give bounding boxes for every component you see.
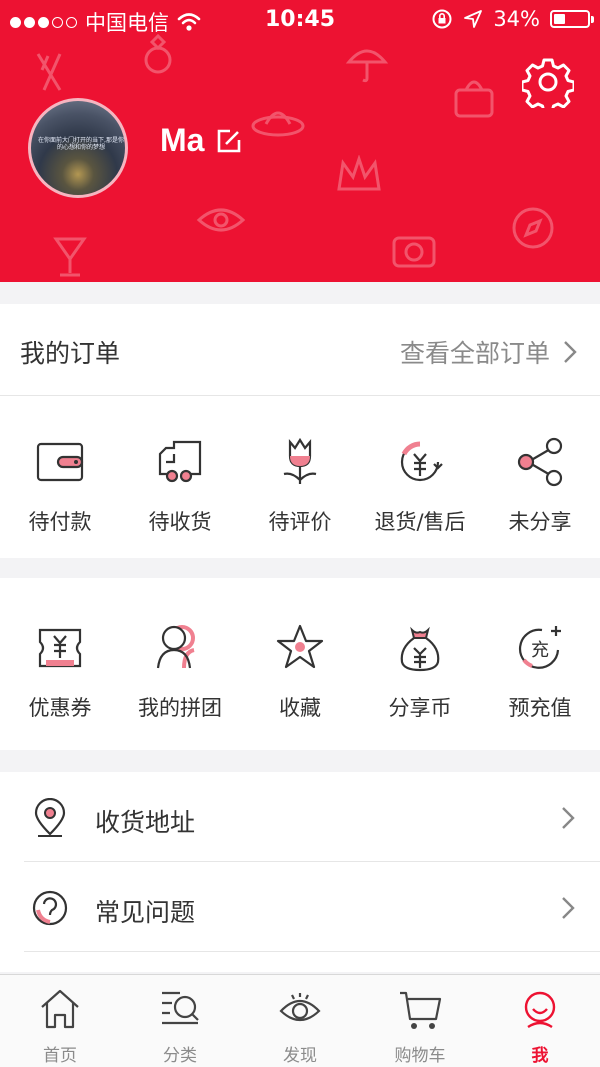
svg-text:充: 充: [531, 640, 549, 661]
order-pending-review[interactable]: 待评价: [240, 434, 360, 536]
divider: [24, 951, 600, 952]
camera-icon: [392, 236, 436, 268]
tab-cart[interactable]: 购物车: [360, 975, 480, 1067]
star-icon: [276, 624, 324, 669]
tool-item-label: 分享币: [388, 696, 452, 720]
umbrella-icon: [345, 49, 389, 83]
tool-share-coins[interactable]: 分享币: [360, 620, 480, 722]
cart-icon: [400, 991, 442, 1029]
tools-card: 优惠券 我的拼团 收藏 分享币 充 预充值: [0, 578, 600, 750]
username: Ma: [160, 122, 205, 158]
tool-coupons[interactable]: 优惠券: [0, 620, 120, 722]
view-all-orders-link[interactable]: 查看全部订单: [400, 334, 550, 370]
crown-icon: [337, 155, 381, 191]
order-pending-receipt[interactable]: 待收货: [120, 434, 240, 536]
tab-label: 首页: [43, 1046, 77, 1066]
help-bubble-icon: [32, 890, 68, 926]
edit-profile-icon[interactable]: [216, 128, 242, 154]
menu-faq[interactable]: 常见问题: [0, 862, 600, 952]
group-buy-icon: [156, 625, 195, 669]
menu-shipping-address[interactable]: 收货地址: [0, 772, 600, 862]
order-item-label: 待付款: [28, 510, 92, 534]
my-orders-header[interactable]: 我的订单 查看全部订单: [0, 304, 600, 396]
tool-item-label: 收藏: [279, 696, 321, 720]
ring-icon: [144, 33, 172, 74]
delivery-truck-icon: [158, 440, 202, 483]
share-icon: [517, 437, 563, 487]
tab-discover[interactable]: 发现: [240, 975, 360, 1067]
coupon-icon: [38, 628, 82, 668]
location-arrow-icon: [464, 10, 483, 28]
menu-item-label: 收货地址: [95, 808, 196, 837]
fork-knife-icon: [36, 53, 62, 91]
order-item-label: 待收货: [148, 510, 212, 534]
tab-me[interactable]: 我: [480, 975, 600, 1067]
hat-icon: [251, 111, 305, 137]
money-bag-icon: [400, 626, 440, 672]
category-search-icon: [162, 991, 199, 1025]
tab-home[interactable]: 首页: [0, 975, 120, 1067]
order-pending-payment[interactable]: 待付款: [0, 434, 120, 536]
chevron-right-icon: [564, 341, 577, 363]
tab-label: 分类: [163, 1046, 197, 1066]
tab-label: 发现: [283, 1046, 317, 1066]
order-item-label: 未分享: [508, 510, 572, 534]
eye-doodle-icon: [196, 208, 246, 232]
wine-glass-icon: [53, 237, 87, 277]
tab-category[interactable]: 分类: [120, 975, 240, 1067]
handbag-icon: [454, 80, 494, 118]
compass-icon: [512, 207, 554, 249]
tab-label: 我: [531, 1046, 549, 1066]
status-bar: 中国电信 10:45 34%: [0, 0, 600, 40]
chevron-right-icon: [562, 807, 575, 829]
battery-icon: [550, 10, 594, 28]
bottom-tab-bar: 首页 分类 发现 购物车 我: [0, 974, 600, 1067]
wallet-icon: [36, 442, 84, 482]
menu-item-label: 常见问题: [95, 898, 196, 927]
settings-list-card: 收货地址 常见问题: [0, 772, 600, 972]
order-refund-aftersale[interactable]: 退货/售后: [360, 434, 480, 536]
user-face-icon: [524, 991, 556, 1029]
tool-item-label: 预充值: [508, 696, 572, 720]
order-not-shared[interactable]: 未分享: [480, 434, 600, 536]
chevron-right-icon: [562, 897, 575, 919]
battery-percent: 34%: [493, 7, 540, 31]
eye-icon: [279, 993, 321, 1022]
my-orders-card: 我的订单 查看全部订单 待付款 待收货 待评价 退货/售后 未分享: [0, 304, 600, 558]
settings-gear-icon[interactable]: [520, 56, 576, 114]
home-icon: [41, 989, 79, 1029]
tool-recharge[interactable]: 充 预充值: [480, 620, 600, 722]
recharge-icon: 充: [518, 626, 561, 669]
tool-item-label: 我的拼团: [138, 696, 222, 720]
refund-yen-icon: [400, 441, 443, 482]
tab-label: 购物车: [394, 1046, 446, 1066]
location-pin-icon: [34, 798, 66, 837]
order-item-label: 待评价: [268, 510, 332, 534]
profile-header: 中国电信 10:45 34% 在你面前大门打开的当下,那是你的心想和你的梦想 M…: [0, 0, 600, 282]
flower-review-icon: [283, 437, 317, 484]
my-orders-title: 我的订单: [20, 339, 121, 368]
tool-item-label: 优惠券: [28, 696, 92, 720]
tool-group-buy[interactable]: 我的拼团: [120, 620, 240, 722]
order-item-label: 退货/售后: [374, 510, 466, 534]
avatar[interactable]: 在你面前大门打开的当下,那是你的心想和你的梦想: [28, 98, 128, 198]
rotation-lock-icon: [432, 9, 452, 29]
tool-favorites[interactable]: 收藏: [240, 620, 360, 722]
avatar-caption: 在你面前大门打开的当下,那是你的心想和你的梦想: [38, 137, 124, 152]
